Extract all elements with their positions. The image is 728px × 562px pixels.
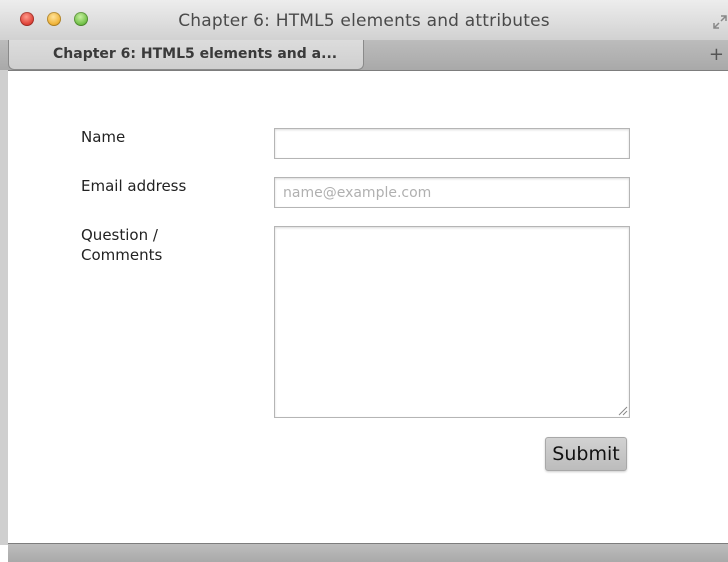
title-bar[interactable]: Chapter 6: HTML5 elements and attributes	[0, 0, 728, 42]
email-field[interactable]	[274, 177, 630, 208]
comments-label-line2: Comments	[81, 246, 163, 264]
submit-button[interactable]: Submit	[545, 437, 627, 471]
tab-label: Chapter 6: HTML5 elements and a...	[53, 46, 338, 62]
name-field[interactable]	[274, 128, 630, 159]
tab-bar: Chapter 6: HTML5 elements and a... +	[0, 40, 728, 71]
page-content: Name Email address Question / Comments S…	[8, 71, 728, 543]
browser-window: Chapter 6: HTML5 elements and attributes…	[0, 0, 728, 562]
email-label: Email address	[81, 177, 187, 195]
tab-chapter-6[interactable]: Chapter 6: HTML5 elements and a...	[8, 40, 364, 70]
new-tab-button[interactable]: +	[709, 44, 724, 65]
name-label: Name	[81, 128, 126, 146]
comments-label-line1: Question /	[81, 226, 158, 244]
textarea-resize-handle[interactable]	[616, 404, 628, 416]
status-bar	[8, 543, 728, 562]
window-left-edge	[0, 70, 8, 545]
fullscreen-icon[interactable]	[712, 14, 728, 30]
window-title: Chapter 6: HTML5 elements and attributes	[178, 11, 550, 31]
comments-textarea[interactable]	[274, 226, 630, 418]
